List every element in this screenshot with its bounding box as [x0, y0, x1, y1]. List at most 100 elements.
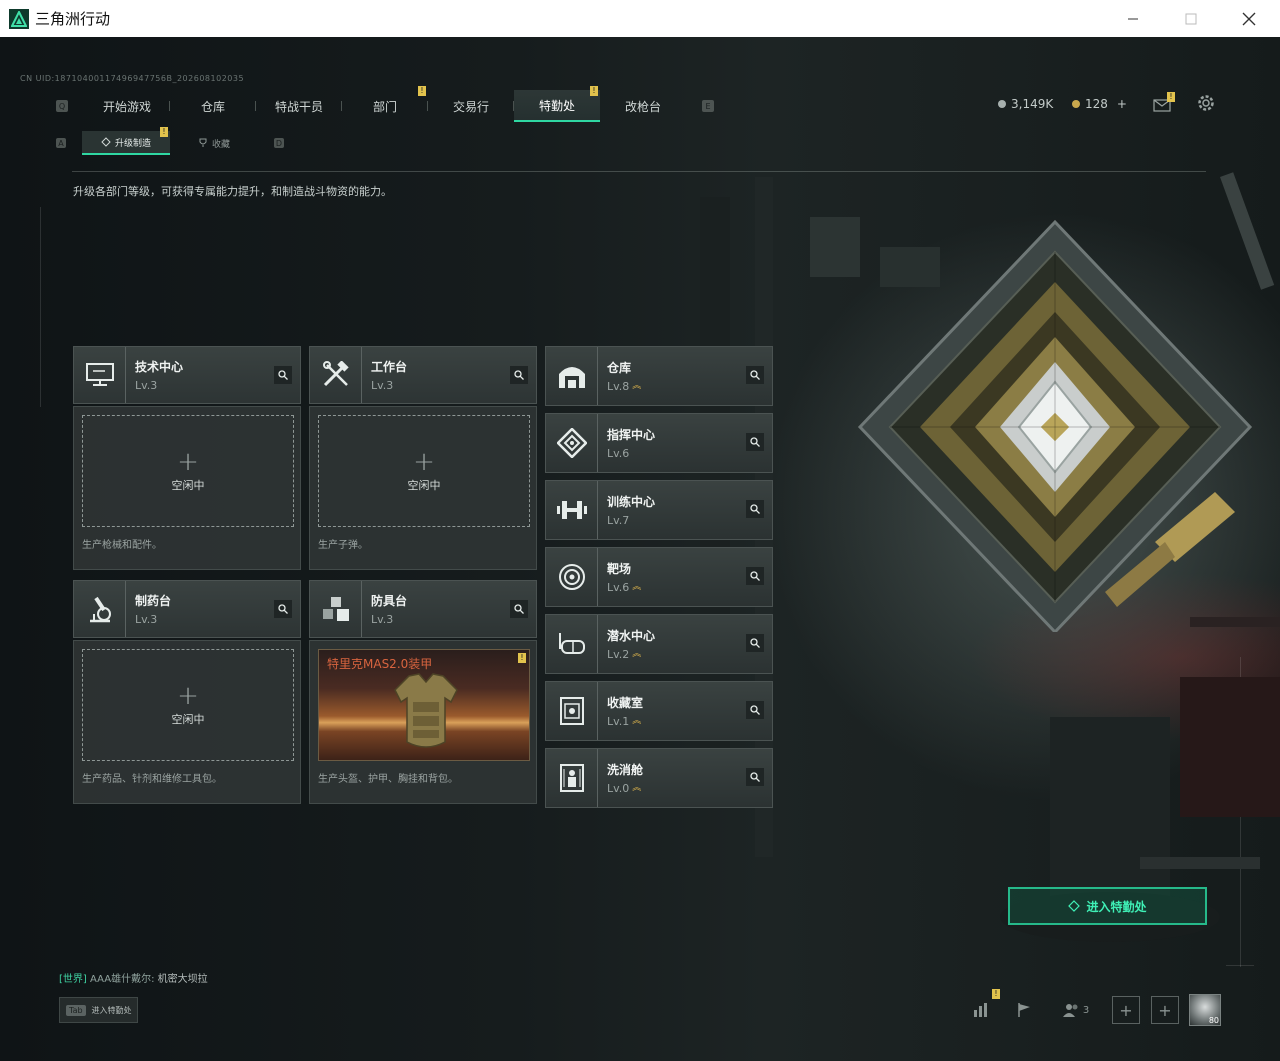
station-armor-bench-header[interactable]: 防具台 Lv.3 — [309, 580, 537, 638]
add-ticket-icon[interactable]: + — [1117, 97, 1127, 111]
invite-slot-1[interactable]: + — [1112, 994, 1140, 1026]
department-warehouse[interactable]: 仓库 Lv.8 ︽ — [545, 346, 773, 406]
mail-button[interactable]: ! — [1153, 92, 1175, 116]
tab-hint-label: 进入特勤处 — [91, 1005, 132, 1015]
inspect-button[interactable] — [746, 567, 764, 585]
department-diving-center[interactable]: 潜水中心 Lv.2 ︽ — [545, 614, 773, 674]
department-icon-box — [546, 682, 598, 740]
inspect-button[interactable] — [746, 433, 764, 451]
station-level: Lv.3 — [371, 613, 394, 626]
invite-slot-2[interactable]: + — [1151, 994, 1179, 1026]
nav-left-key-hint[interactable]: Q — [56, 100, 68, 112]
notification-badge: ! — [518, 653, 526, 663]
production-slot[interactable]: + 空闲中 — [318, 415, 530, 527]
window-titlebar: 三角洲行动 — [0, 0, 1280, 37]
station-tech-center-body: + 空闲中 生产枪械和配件。 — [73, 406, 301, 570]
armor-blocks-icon — [322, 597, 349, 621]
enter-special-ops-button[interactable]: 进入特勤处 — [1008, 887, 1207, 925]
subnav-left-key-hint[interactable]: A — [56, 138, 66, 148]
settings-button[interactable] — [1197, 94, 1215, 116]
department-decon-chamber[interactable]: 洗消舱 Lv.0 ︽ — [545, 748, 773, 808]
close-button[interactable] — [1220, 0, 1278, 37]
department-level: Lv.6 — [607, 581, 630, 594]
microscope-icon — [89, 596, 111, 623]
tab-department[interactable]: 部门! — [342, 86, 428, 122]
department-icon-box — [546, 615, 598, 673]
tab-gunsmith[interactable]: 改枪台 — [600, 90, 686, 122]
special-ops-cube-art — [857, 219, 1253, 632]
minimize-button[interactable] — [1104, 0, 1162, 37]
inspect-button[interactable] — [746, 634, 764, 652]
app-logo-icon — [9, 8, 29, 29]
tab-start-game[interactable]: 开始游戏 — [84, 90, 170, 122]
world-chat-message[interactable]: [世界] AAA雄什戴尔: 机密大坝拉 — [59, 970, 208, 985]
tab-label: 开始游戏 — [102, 99, 151, 114]
inspect-button[interactable] — [746, 701, 764, 719]
target-icon — [558, 564, 585, 590]
department-name: 潜水中心 — [607, 629, 656, 643]
station-workbench-header[interactable]: 工作台 Lv.3 — [309, 346, 537, 404]
department-icon-box — [546, 414, 598, 472]
notification-badge: ! — [992, 989, 1000, 999]
station-pharmacy-header[interactable]: 制药台 Lv.3 — [73, 580, 301, 638]
search-icon — [514, 370, 524, 380]
armor-production-slot[interactable]: 特里克MAS2.0装甲 ! — [318, 649, 530, 761]
trophy-icon — [199, 138, 207, 147]
department-name: 收藏室 — [607, 696, 644, 710]
inspect-button[interactable] — [746, 366, 764, 384]
department-icon-box — [546, 548, 598, 606]
maximize-icon — [1185, 13, 1197, 24]
upgrade-available-icon: ︽ — [632, 783, 642, 793]
tab-operators[interactable]: 特战干员 — [256, 90, 342, 122]
nav-right-key-hint[interactable]: E — [702, 100, 714, 112]
subtab-upgrade-craft[interactable]: 升级制造 ! — [82, 127, 170, 155]
station-tech-center-header[interactable]: 技术中心 Lv.3 — [73, 346, 301, 404]
hammer-wrench-icon — [322, 361, 349, 387]
command-diamond-icon — [556, 428, 587, 458]
inspect-button[interactable] — [274, 600, 292, 618]
upgrade-available-icon: ︽ — [632, 716, 642, 726]
production-slot[interactable]: + 空闲中 — [82, 415, 294, 527]
department-training-center[interactable]: 训练中心 Lv.7 — [545, 480, 773, 540]
tab-special-ops[interactable]: 特勤处! — [514, 86, 600, 122]
bar-chart-icon — [974, 1003, 987, 1017]
add-teammate-icon: + — [1151, 996, 1179, 1024]
department-command-center[interactable]: 指挥中心 Lv.6 — [545, 413, 773, 473]
station-name: 制药台 — [135, 594, 172, 608]
subtab-label: 收藏 — [211, 139, 230, 150]
subtab-collection[interactable]: 收藏 — [170, 131, 258, 155]
tab-shortcut-hint[interactable]: Tab 进入特勤处 — [59, 997, 138, 1023]
inspect-button[interactable] — [746, 500, 764, 518]
flag-button[interactable] — [1008, 994, 1040, 1026]
department-collection-room[interactable]: 收藏室 Lv.1 ︽ — [545, 681, 773, 741]
department-icon-box — [546, 749, 598, 807]
inspect-button[interactable] — [510, 600, 528, 618]
tab-trading[interactable]: 交易行 — [428, 90, 514, 122]
station-name: 技术中心 — [135, 360, 184, 374]
search-icon — [750, 772, 760, 782]
inspect-button[interactable] — [746, 768, 764, 786]
search-icon — [750, 638, 760, 648]
maximize-button[interactable] — [1162, 0, 1220, 37]
production-slot[interactable]: + 空闲中 — [82, 649, 294, 761]
slot-status: 空闲中 — [171, 713, 205, 726]
player-avatar[interactable]: 80 — [1189, 994, 1221, 1026]
sub-navigation: A 升级制造 ! 收藏 D — [56, 127, 284, 155]
subnav-right-key-hint[interactable]: D — [274, 138, 284, 148]
team-button[interactable]: 3 — [1056, 994, 1096, 1026]
station-workbench-body: + 空闲中 生产子弹。 — [309, 406, 537, 570]
department-level: Lv.2 — [607, 648, 630, 661]
team-count: 3 — [1082, 1004, 1090, 1016]
main-navigation: Q 开始游戏 仓库 特战干员 部门! 交易行 特勤处! 改枪台 E — [56, 86, 714, 122]
coin-balance[interactable]: 3,149K — [998, 97, 1053, 111]
search-icon — [750, 437, 760, 447]
tab-warehouse[interactable]: 仓库 — [170, 90, 256, 122]
add-icon: + — [177, 681, 199, 711]
station-name: 防具台 — [371, 594, 408, 608]
stats-button[interactable]: ! — [964, 989, 1000, 1026]
department-shooting-range[interactable]: 靶场 Lv.6 ︽ — [545, 547, 773, 607]
inspect-button[interactable] — [274, 366, 292, 384]
ticket-balance[interactable]: 128 + — [1072, 97, 1127, 111]
inspect-button[interactable] — [510, 366, 528, 384]
department-level: Lv.1 — [607, 715, 630, 728]
